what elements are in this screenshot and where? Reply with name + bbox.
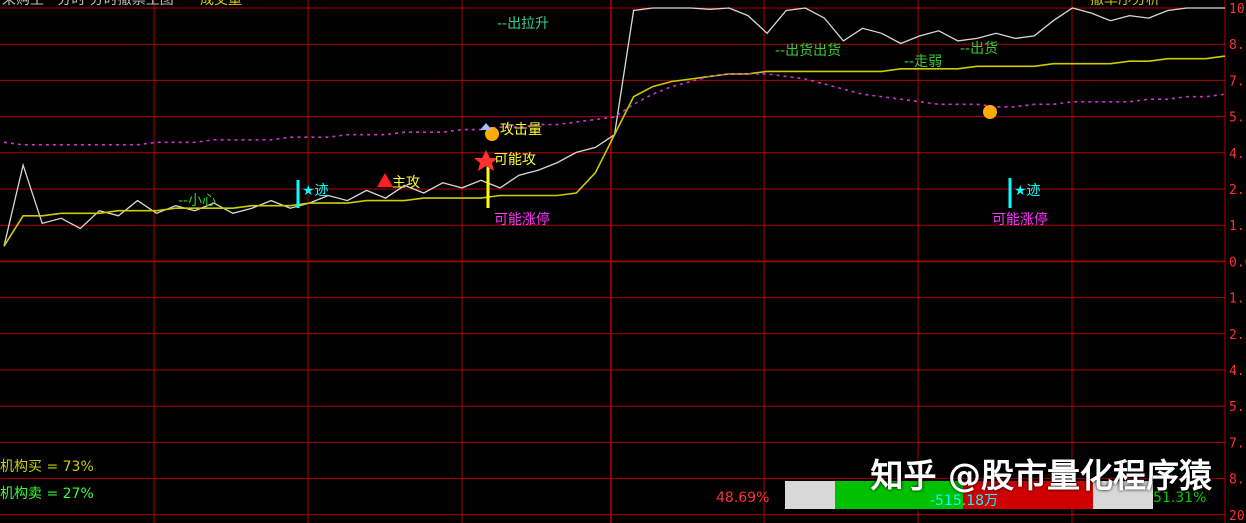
grid-lines	[0, 7, 1225, 516]
header-left-text: 采购主 · 分时 分时撤票主图	[2, 0, 174, 8]
y-axis-tick-label: 1.	[1229, 219, 1245, 234]
zouruo-label: --走弱	[904, 54, 942, 70]
diamond-icon	[480, 123, 492, 130]
chuhuo-label: --出货	[960, 40, 998, 57]
ji-label-2: ★迹	[1014, 183, 1041, 199]
y-axis-tick-label: 10	[1229, 2, 1245, 17]
gold-coin-icon-2	[983, 105, 997, 119]
institution-sell-ratio: 机构卖 = 27%	[0, 486, 94, 502]
y-axis-tick-label: 4.	[1229, 364, 1245, 379]
gongjiliang-label: 攻击量	[500, 122, 542, 138]
bar-gray-left	[785, 481, 835, 509]
chuhuochuhuo-label: --出货出货	[775, 42, 841, 59]
y-axis-tick-label: 5.	[1229, 400, 1245, 415]
header-volume-label: 成交量	[200, 0, 242, 8]
y-axis-tick-label: 1.	[1229, 292, 1245, 307]
institution-buy-ratio: 机构买 = 73%	[0, 459, 94, 475]
y-axis-tick-label: 2.	[1229, 328, 1245, 343]
y-axis-tick-label: 8.	[1229, 473, 1245, 488]
kenenggong-label: 可能攻	[494, 152, 536, 168]
y-axis-tick-label: 4.	[1229, 147, 1245, 162]
y-axis-tick-label: 2.	[1229, 183, 1245, 198]
kenengzhangting-label-2: 可能涨停	[992, 211, 1048, 228]
zhugong-label: 主攻	[392, 175, 420, 191]
y-axis-tick-label: 7.	[1229, 436, 1245, 451]
kenengzhangting-label-1: 可能涨停	[494, 211, 550, 228]
zhugong-triangle-icon	[377, 173, 393, 187]
watermark: 知乎 @股市量化程序猿	[870, 456, 1213, 495]
y-axis-labels: 10 8. 7. 5. 4. 2. 1. 0.0 1. 2. 4. 5. 7. 8. 20	[1229, 2, 1246, 523]
y-axis-tick-label: 7.	[1229, 74, 1245, 89]
intraday-chart: 10 8. 7. 5. 4. 2. 1. 0.0 1. 2. 4. 5. 7. 8. 20 采购主 · 分时…	[0, 0, 1246, 523]
pct-left: 48.69%	[716, 490, 770, 506]
header-right-text: 撤单序分析	[1090, 0, 1160, 8]
y-axis-tick-label: 0.0	[1229, 255, 1246, 270]
chulasheng-label: --出拉升	[497, 16, 549, 32]
y-axis-tick-label: 20	[1229, 509, 1245, 523]
xiaoxin-label: --小心	[178, 193, 216, 209]
ji-label-1: ★迹	[302, 183, 329, 199]
y-axis-tick-label: 8.	[1229, 38, 1245, 53]
y-axis-tick-label: 5.	[1229, 111, 1245, 126]
